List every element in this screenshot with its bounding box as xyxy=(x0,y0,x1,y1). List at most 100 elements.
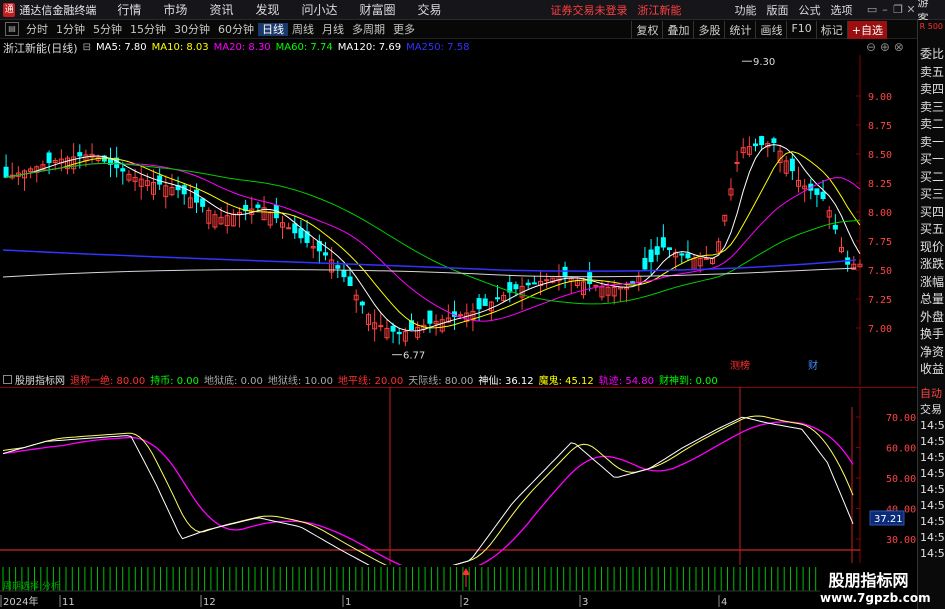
y-tick-label: 8.00 xyxy=(868,208,892,219)
quote-tab[interactable]: 委比 xyxy=(918,46,945,64)
time-row: 14:56 xyxy=(920,515,945,528)
tool-button[interactable]: 多股 xyxy=(693,21,724,39)
indicator-value: 魔鬼: 45.12 xyxy=(538,376,594,387)
menu-item-news[interactable]: 资讯 xyxy=(198,1,244,18)
login-status[interactable]: 证券交易未登录 xyxy=(551,2,628,18)
settings-icon[interactable]: ⊟ xyxy=(83,42,91,53)
close-icon[interactable]: ✕ xyxy=(905,3,918,16)
period-tab[interactable]: 60分钟 xyxy=(214,23,258,36)
quote-tab[interactable]: 卖四 xyxy=(918,81,945,99)
restore-icon[interactable]: ❐ xyxy=(892,3,905,16)
candle-body xyxy=(531,282,537,285)
tool-button[interactable]: F10 xyxy=(786,21,815,39)
skin-icon[interactable]: ▭ xyxy=(866,3,879,16)
watermark: 股朋指标网 www.7gpzb.com xyxy=(820,563,931,609)
time-row: 14:56 xyxy=(920,547,945,560)
period-tab[interactable]: 分时 xyxy=(22,23,52,36)
value-box-label: 37.21 xyxy=(874,514,903,525)
period-tab[interactable]: 更多 xyxy=(389,23,419,36)
quote-tab[interactable]: 买二 xyxy=(918,169,945,187)
period-tab[interactable]: 月线 xyxy=(318,23,348,36)
period-tab[interactable]: 多周期 xyxy=(348,23,389,36)
candle-body xyxy=(544,279,550,282)
app-logo-icon: 通 xyxy=(3,2,16,17)
stock-chart-label: 浙江新能(日线) xyxy=(3,41,78,55)
indicator-chart[interactable]: 70.0060.0050.0040.0030.0020.0037.21 xyxy=(0,387,917,565)
quote-tab[interactable]: 现价 xyxy=(918,239,945,257)
menu-item-wealth[interactable]: 财富圈 xyxy=(348,1,406,18)
menu-item-market[interactable]: 市场 xyxy=(152,1,198,18)
indicator-value: 财神到: 0.00 xyxy=(658,376,718,387)
tool-button[interactable]: 标记 xyxy=(815,21,847,39)
menu-item-assistant[interactable]: 问小达 xyxy=(290,1,348,18)
quote-tab[interactable]: 收益 xyxy=(918,361,945,379)
candle-body xyxy=(525,282,531,286)
candle-body xyxy=(759,136,765,146)
minimize-icon[interactable]: – xyxy=(879,3,892,16)
time-row: 14:56 xyxy=(920,483,945,496)
indicator-value: 退称一绝: 80.00 xyxy=(70,376,146,387)
quote-tab[interactable]: 外盘 xyxy=(918,309,945,327)
period-tab[interactable]: 日线 xyxy=(258,23,288,36)
menu-item-trade[interactable]: 交易 xyxy=(407,1,453,18)
zoom-out-icon[interactable]: ⊖ xyxy=(866,40,876,54)
tool-button[interactable]: +自选 xyxy=(846,21,887,39)
low-price-label: 6.77 xyxy=(403,351,425,362)
tool-button[interactable]: 统计 xyxy=(724,21,755,39)
menu-item-formula[interactable]: 公式 xyxy=(794,2,826,18)
close-chart-icon[interactable]: ⊗ xyxy=(894,40,904,54)
period-tab[interactable]: 30分钟 xyxy=(170,23,214,36)
main-menu: 行情 市场 资讯 发现 问小达 财富圈 交易 xyxy=(106,1,452,18)
candle-body xyxy=(771,138,777,144)
right-menu: 功能 版面 公式 选项 xyxy=(730,2,858,18)
quote-tab[interactable]: 换手 xyxy=(918,326,945,344)
indicator-value: 持币: 0.00 xyxy=(150,376,200,387)
menu-item-options[interactable]: 选项 xyxy=(826,2,858,18)
indicator-name: 股朋指标网 xyxy=(15,376,65,387)
quote-tab[interactable]: 卖一 xyxy=(918,134,945,152)
menu-item-functions[interactable]: 功能 xyxy=(730,2,762,18)
candle-body xyxy=(562,266,568,278)
ma-line xyxy=(6,144,861,332)
quote-tab[interactable]: 涨跌 xyxy=(918,256,945,274)
y-tick-label: 7.25 xyxy=(868,295,892,306)
high-price-label: 9.30 xyxy=(753,57,775,68)
quote-tab[interactable]: 买三 xyxy=(918,186,945,204)
devil-line xyxy=(2,415,854,565)
candle-body xyxy=(292,223,298,234)
period-tab[interactable]: 15分钟 xyxy=(126,23,170,36)
period-tab[interactable]: 1分钟 xyxy=(52,23,89,36)
quote-tab[interactable]: 总量 xyxy=(918,291,945,309)
period-tab[interactable]: 周线 xyxy=(288,23,318,36)
tool-button[interactable]: 叠加 xyxy=(662,21,693,39)
candle-body xyxy=(476,298,482,310)
tool-button[interactable]: 复权 xyxy=(631,21,662,39)
quote-tab[interactable]: 卖二 xyxy=(918,116,945,134)
quote-tab[interactable]: 卖五 xyxy=(918,64,945,82)
y-tick-label: 7.00 xyxy=(868,324,892,335)
candlestick-chart[interactable]: 9.00 8.75 8.50 8.25 8.00 7.75 7.50 7.25 7.00 9.30… xyxy=(0,55,917,385)
candle-body xyxy=(482,298,488,306)
menu-item-discover[interactable]: 发现 xyxy=(244,1,290,18)
quote-tab[interactable]: 涨幅 xyxy=(918,274,945,292)
ma250-line xyxy=(2,249,857,272)
zoom-in-icon[interactable]: ⊕ xyxy=(880,40,890,54)
quote-side-strip: R 500 委比 卖五 卖四 卖三 卖二 卖一 买一 买二 买三 买四 买五 现价 涨跌 涨幅 总量 外盘 换手… xyxy=(917,20,945,609)
candle-body xyxy=(513,284,519,290)
candle-body xyxy=(495,297,500,300)
tool-button[interactable]: 画线 xyxy=(755,21,786,39)
quote-tab[interactable]: 卖三 xyxy=(918,99,945,117)
quote-tab[interactable]: 买五 xyxy=(918,221,945,239)
menu-item-layout[interactable]: 版面 xyxy=(762,2,794,18)
ma-line xyxy=(6,162,860,305)
time-row: 14:56 xyxy=(920,419,945,432)
indicator-toggle-icon[interactable] xyxy=(3,375,12,384)
quote-tab[interactable]: 净资 xyxy=(918,344,945,362)
period-tab[interactable]: 5分钟 xyxy=(89,23,126,36)
quote-tab[interactable]: 买四 xyxy=(918,204,945,222)
menu-item-quotes[interactable]: 行情 xyxy=(106,1,152,18)
date-label: 2024年 xyxy=(3,595,38,608)
menu-grid-icon[interactable]: ▤ xyxy=(5,22,19,36)
date-axis: 周期选择 分析2024年 11 12 1 2 3 4 xyxy=(0,567,917,608)
quote-tab[interactable]: 买一 xyxy=(918,151,945,169)
